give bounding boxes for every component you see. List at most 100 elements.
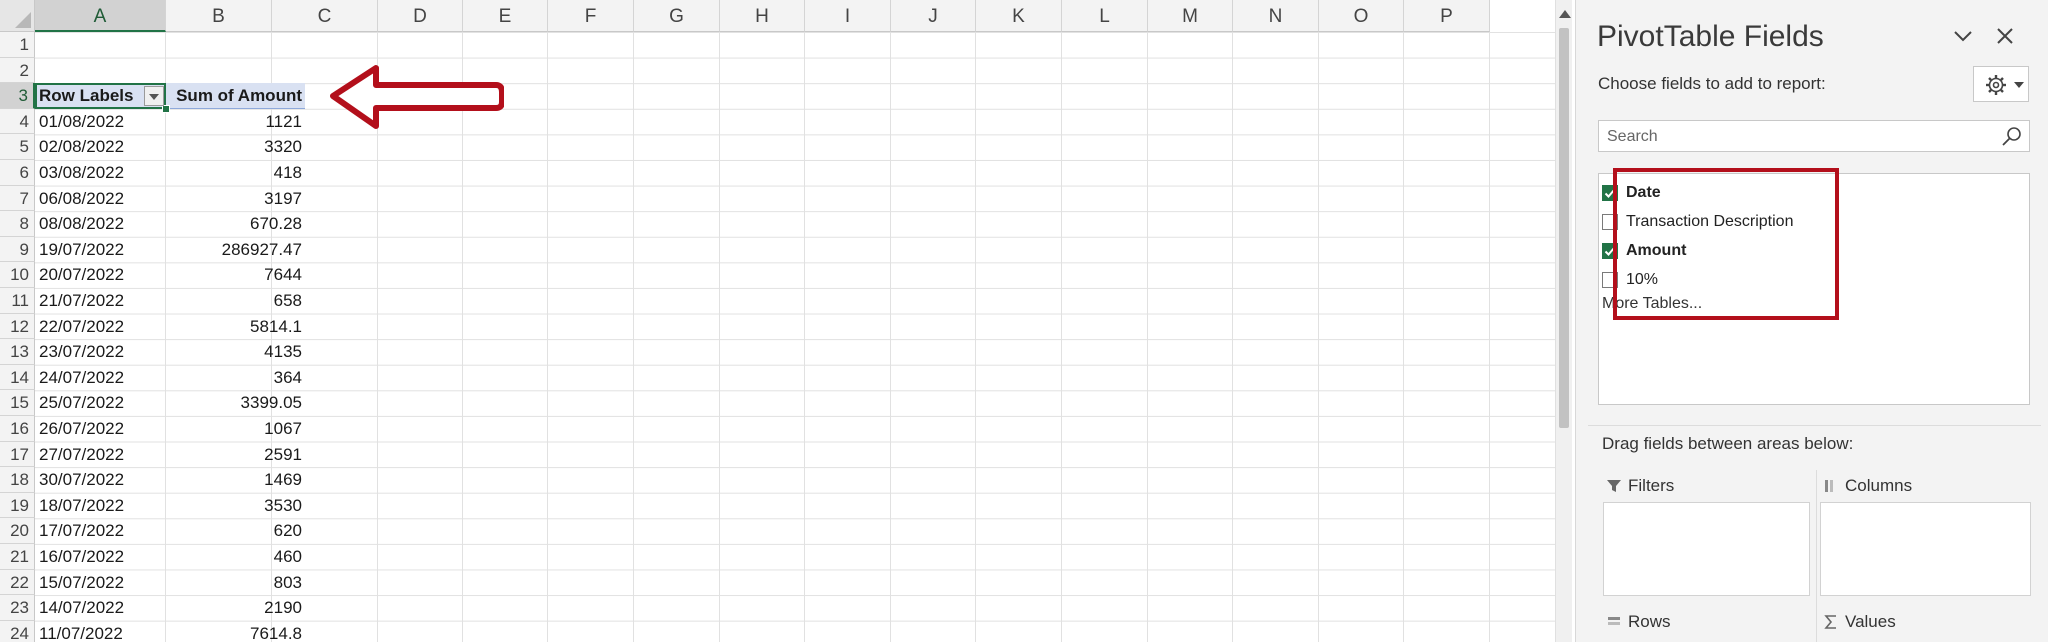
row-header[interactable]: 19	[0, 492, 35, 519]
row-header[interactable]: 7	[0, 185, 35, 212]
row-header[interactable]: 8	[0, 211, 35, 237]
pivot-sum-header[interactable]: Sum of Amount	[166, 83, 305, 109]
pivot-row-label[interactable]: 06/08/2022	[37, 186, 165, 212]
column-header-c[interactable]: C	[272, 0, 378, 32]
row-header[interactable]: 5	[0, 134, 35, 160]
pivot-row-value[interactable]: 2591	[166, 442, 305, 468]
pivot-row-label[interactable]: 24/07/2022	[37, 365, 165, 391]
row-header[interactable]: 3	[0, 83, 35, 109]
tools-button[interactable]	[1973, 66, 2029, 102]
pivot-row-value[interactable]: 2190	[166, 595, 305, 621]
pivot-row-label[interactable]: 25/07/2022	[37, 390, 165, 416]
column-header-b[interactable]: B	[166, 0, 272, 32]
row-header[interactable]: 12	[0, 313, 35, 340]
row-header[interactable]: 17	[0, 441, 35, 468]
pivot-row-label[interactable]: 21/07/2022	[37, 288, 165, 314]
pivot-row-label[interactable]: 01/08/2022	[37, 109, 165, 135]
column-header-n[interactable]: N	[1233, 0, 1319, 32]
pivot-row-label[interactable]: 18/07/2022	[37, 493, 165, 519]
pivot-row-label[interactable]: 30/07/2022	[37, 467, 165, 493]
pivot-row-value[interactable]: 3320	[166, 134, 305, 160]
column-header-i[interactable]: I	[805, 0, 891, 32]
row-header[interactable]: 10	[0, 262, 35, 288]
row-header[interactable]: 21	[0, 544, 35, 570]
pivot-row-value[interactable]: 670.28	[166, 211, 305, 237]
pivot-row-label[interactable]: 15/07/2022	[37, 570, 165, 596]
column-header-m[interactable]: M	[1148, 0, 1233, 32]
column-header-f[interactable]: F	[548, 0, 634, 32]
pivot-row-value[interactable]: 364	[166, 365, 305, 391]
column-header-l[interactable]: L	[1062, 0, 1148, 32]
column-header-g[interactable]: G	[634, 0, 720, 32]
column-header-k[interactable]: K	[976, 0, 1062, 32]
row-header[interactable]: 9	[0, 236, 35, 263]
row-header[interactable]: 4	[0, 108, 35, 135]
chevron-down-icon[interactable]	[1952, 25, 1974, 47]
scrollbar-thumb[interactable]	[1559, 28, 1569, 428]
pivot-row-label[interactable]: 22/07/2022	[37, 314, 165, 340]
column-header-p[interactable]: P	[1404, 0, 1490, 32]
column-header-e[interactable]: E	[463, 0, 548, 32]
pivot-row-label[interactable]: 19/07/2022	[37, 237, 165, 263]
pivot-row-value[interactable]: 7614.8	[166, 621, 305, 642]
pivot-row-value[interactable]: 460	[166, 544, 305, 570]
scroll-up-icon[interactable]	[1559, 10, 1571, 18]
row-header[interactable]: 20	[0, 518, 35, 544]
pivot-row-value[interactable]: 803	[166, 570, 305, 596]
column-header-o[interactable]: O	[1319, 0, 1404, 32]
pivot-row-label[interactable]: 17/07/2022	[37, 518, 165, 544]
search-icon[interactable]	[2001, 126, 2023, 148]
pivot-row-value[interactable]: 1469	[166, 467, 305, 493]
pivot-row-label[interactable]: 20/07/2022	[37, 262, 165, 288]
pivot-row-value[interactable]: 5814.1	[166, 314, 305, 340]
vertical-scrollbar[interactable]	[1555, 0, 1572, 642]
close-icon[interactable]	[1994, 25, 2016, 47]
row-header[interactable]: 16	[0, 416, 35, 442]
field-list: Date Transaction Description Amount 10% Mor…	[1598, 168, 2030, 405]
pivot-row-label[interactable]: 26/07/2022	[37, 416, 165, 442]
pivot-row-value[interactable]: 4135	[166, 339, 305, 365]
pivot-row-label[interactable]: 23/07/2022	[37, 339, 165, 365]
filters-drop-area[interactable]	[1603, 502, 1810, 596]
search-input[interactable]	[1605, 125, 1999, 149]
pivot-row-value[interactable]: 620	[166, 518, 305, 544]
columns-drop-area[interactable]	[1820, 502, 2031, 596]
pivot-row-value[interactable]: 3399.05	[166, 390, 305, 416]
column-header-d[interactable]: D	[378, 0, 463, 32]
row-header[interactable]: 2	[0, 57, 35, 84]
row-header[interactable]: 18	[0, 467, 35, 493]
row-header[interactable]: 1	[0, 32, 35, 58]
pivot-row-label[interactable]: 14/07/2022	[37, 595, 165, 621]
pivot-row-label[interactable]: 11/07/2022	[37, 621, 165, 642]
pivot-row-value[interactable]: 1121	[166, 109, 305, 135]
row-header[interactable]: 14	[0, 364, 35, 391]
row-header[interactable]: 11	[0, 288, 35, 314]
pivot-row-label[interactable]: 02/08/2022	[37, 134, 165, 160]
column-header-h[interactable]: H	[720, 0, 805, 32]
pivot-row-value[interactable]: 3197	[166, 186, 305, 212]
column-header-a[interactable]: A	[35, 0, 166, 32]
pivot-row-label[interactable]: 08/08/2022	[37, 211, 165, 237]
pivot-row-value[interactable]: 418	[166, 160, 305, 186]
row-header[interactable]: 24	[0, 620, 35, 642]
pivot-row-value[interactable]: 286927.47	[166, 237, 305, 263]
select-all-corner[interactable]	[0, 0, 35, 32]
row-header[interactable]: 22	[0, 569, 35, 596]
pivot-row-value[interactable]: 7644	[166, 262, 305, 288]
row-header[interactable]: 13	[0, 339, 35, 365]
pivot-row-label[interactable]: 03/08/2022	[37, 160, 165, 186]
column-header-j[interactable]: J	[891, 0, 976, 32]
spreadsheet[interactable]: ABCDEFGHIJKLMNOP 1 2 3 4 5 6 7 8 9 10 11 12 13 14 15 16…	[0, 0, 1555, 642]
search-box[interactable]	[1598, 120, 2030, 152]
row-header[interactable]: 15	[0, 390, 35, 416]
pivot-row-label[interactable]: 27/07/2022	[37, 442, 165, 468]
row-labels-filter-button[interactable]	[144, 86, 164, 106]
pivot-row-value[interactable]: 3530	[166, 493, 305, 519]
pivot-row-value[interactable]: 1067	[166, 416, 305, 442]
filter-icon	[1607, 480, 1621, 492]
fill-handle[interactable]	[162, 105, 170, 113]
pivot-row-value[interactable]: 658	[166, 288, 305, 314]
row-header[interactable]: 6	[0, 160, 35, 186]
pivot-row-label[interactable]: 16/07/2022	[37, 544, 165, 570]
row-header[interactable]: 23	[0, 595, 35, 621]
